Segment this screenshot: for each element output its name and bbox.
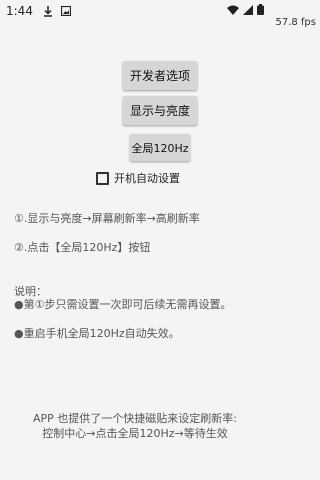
footer-line-2: 控制中心→点击全局120Hz→等待生效 <box>42 427 228 440</box>
global-120hz-button[interactable]: 全局120Hz <box>130 134 190 161</box>
developer-options-button[interactable]: 开发者选项 <box>123 61 197 90</box>
battery-icon <box>257 4 264 18</box>
image-icon <box>59 4 73 18</box>
autostart-checkbox-label: 开机自动设置 <box>114 172 180 185</box>
note-2-text: ●重启手机全局120Hz自动失效。 <box>14 327 180 340</box>
wifi-icon <box>227 4 239 18</box>
signal-icon <box>243 4 253 18</box>
autostart-checkbox[interactable] <box>96 171 109 185</box>
footer-line-1: APP 也提供了一个快捷磁贴来设定刷新率: <box>33 412 237 425</box>
download-icon <box>41 4 55 18</box>
step-1-text: ①.显示与亮度→屏幕刷新率→高刷新率 <box>14 212 200 225</box>
autostart-checkbox-row[interactable]: 开机自动设置 <box>96 170 180 186</box>
status-bar: 1:44 <box>0 0 270 22</box>
status-time: 1:44 <box>6 4 33 18</box>
note-1-text: ●第①步只需设置一次即可后续无需再设置。 <box>14 298 232 311</box>
fps-counter: 57.8 fps <box>275 17 316 28</box>
step-2-text: ②.点击【全局120Hz】按钮 <box>14 241 151 254</box>
status-icons-right <box>227 4 264 18</box>
display-brightness-button[interactable]: 显示与亮度 <box>123 96 197 125</box>
